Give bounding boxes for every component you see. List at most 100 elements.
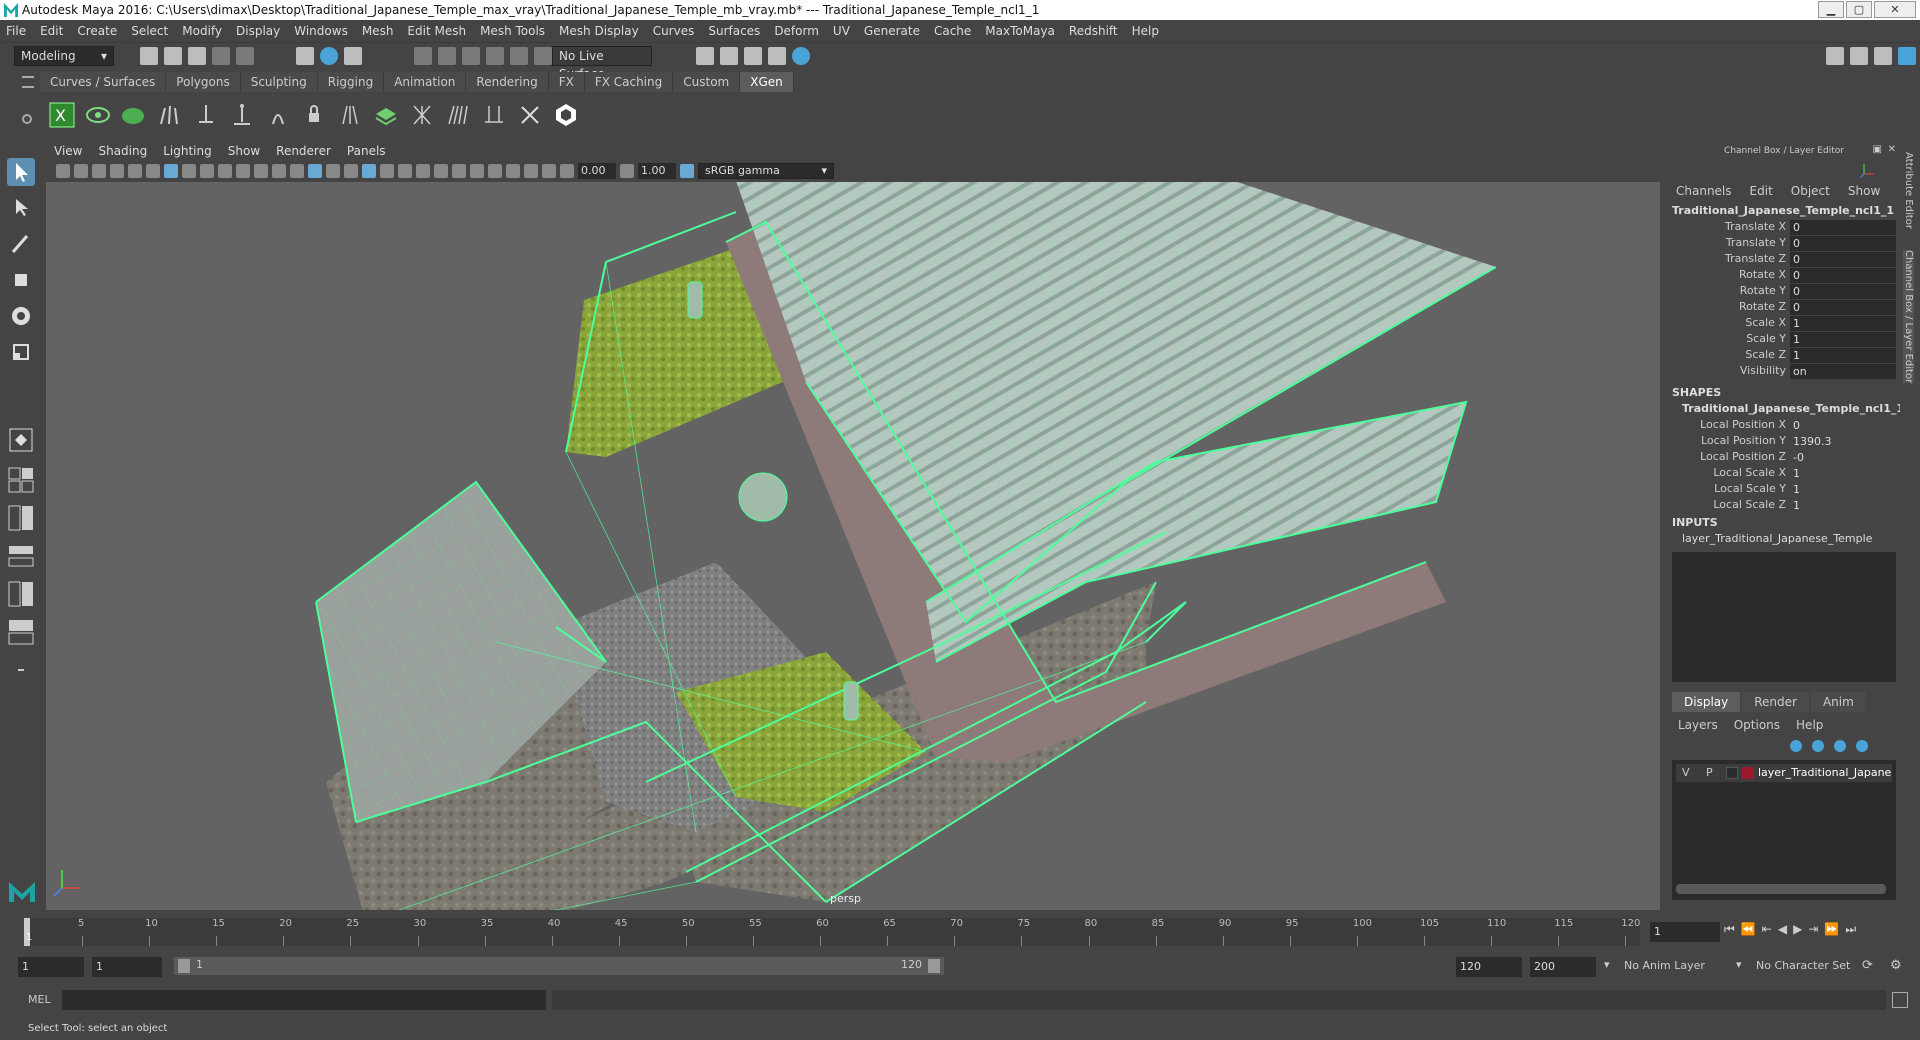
auto-key-icon[interactable]: ⟳ [1862, 958, 1873, 973]
attr-local-scale-z[interactable]: Local Scale Z 1 [1668, 498, 1900, 514]
attr-scale-y[interactable]: Scale Y 1 [1668, 332, 1900, 348]
xgen-brush-icon[interactable] [444, 100, 472, 130]
layout-graph-icon[interactable] [7, 580, 35, 608]
menu-modify[interactable]: Modify [182, 24, 222, 38]
snap-view-icon[interactable] [486, 47, 504, 65]
command-input[interactable] [62, 990, 546, 1010]
shape-name[interactable]: Traditional_Japanese_Temple_ncl1_1Sh... [1682, 402, 1920, 415]
tab-anim[interactable]: Anim [1810, 692, 1866, 712]
layer-color-swatch[interactable] [1742, 767, 1754, 779]
cb-menu-show[interactable]: Show [1848, 184, 1880, 198]
bookmark-icon[interactable] [92, 164, 106, 178]
cb-close-icon[interactable]: ✕ [1888, 144, 1896, 155]
tool-settings-icon[interactable] [1874, 47, 1892, 65]
attr-value[interactable]: 0 [1790, 284, 1896, 299]
le-menu-options[interactable]: Options [1734, 718, 1780, 732]
cb-menu-object[interactable]: Object [1791, 184, 1830, 198]
shadows-icon[interactable] [398, 164, 412, 178]
wireframe-icon[interactable] [290, 164, 304, 178]
depth-of-field-icon[interactable] [470, 164, 484, 178]
attr-local-scale-y[interactable]: Local Scale Y 1 [1668, 482, 1900, 498]
scene-end-field[interactable]: 200 [1530, 957, 1596, 977]
vp-menu-panels[interactable]: Panels [347, 144, 386, 158]
script-language-label[interactable]: MEL [28, 993, 51, 1006]
lasso-tool-icon[interactable] [7, 194, 35, 222]
xgen-hex-icon[interactable] [552, 100, 580, 130]
xgen-rebuild-guide-icon[interactable] [336, 100, 364, 130]
snap-curve-icon[interactable] [438, 47, 456, 65]
animation-prefs-icon[interactable]: ⚙ [1890, 958, 1902, 973]
film-gate-icon[interactable] [182, 164, 196, 178]
safe-title-icon[interactable] [272, 164, 286, 178]
default-material-icon[interactable] [326, 164, 340, 178]
camera-select-icon[interactable] [56, 164, 70, 178]
tab-render[interactable]: Render [1742, 692, 1809, 712]
xgen-lock-guide-icon[interactable] [300, 100, 328, 130]
image-plane-icon[interactable] [110, 164, 124, 178]
snap-grid-icon[interactable] [414, 47, 432, 65]
layer-row[interactable]: V P layer_Traditional_Japane [1676, 764, 1892, 782]
move-tool-icon[interactable] [7, 266, 35, 294]
layer-name[interactable]: layer_Traditional_Japane [1758, 764, 1891, 782]
play-backward-icon[interactable]: ◀ [1778, 922, 1787, 937]
rotate-tool-icon[interactable] [7, 302, 35, 330]
redo-icon[interactable] [236, 47, 254, 65]
tab-rigging[interactable]: Rigging [317, 72, 385, 92]
play-forward-icon[interactable]: ▶ [1793, 922, 1802, 937]
menu-deform[interactable]: Deform [774, 24, 819, 38]
exposure-field[interactable]: 0.00 [578, 163, 616, 179]
use-lights-icon[interactable] [380, 164, 394, 178]
render-view-icon[interactable] [768, 47, 786, 65]
xgen-delete-icon[interactable] [516, 100, 544, 130]
move-layer-up-icon[interactable] [1790, 740, 1802, 752]
anim-layer-dropdown[interactable]: No Anim Layer [1624, 959, 1705, 972]
tab-custom[interactable]: Custom [673, 72, 741, 92]
attr-rotate-z[interactable]: Rotate Z 0 [1668, 300, 1900, 316]
move-layer-down-icon[interactable] [1812, 740, 1824, 752]
xgen-place-guide-icon[interactable] [192, 100, 220, 130]
attr-value[interactable]: 1 [1790, 482, 1896, 497]
mode-dropdown[interactable]: Modeling ▾ [14, 46, 114, 66]
attr-local-position-y[interactable]: Local Position Y 1390.3 [1668, 434, 1900, 450]
menu-surfaces[interactable]: Surfaces [708, 24, 760, 38]
open-scene-icon[interactable] [164, 47, 182, 65]
menu-mesh-tools[interactable]: Mesh Tools [480, 24, 545, 38]
close-button[interactable]: ✕ [1874, 1, 1916, 18]
xgen-groom-icon[interactable] [156, 100, 184, 130]
motion-blur-icon[interactable] [434, 164, 448, 178]
2d-pan-zoom-icon[interactable] [128, 164, 142, 178]
attr-translate-y[interactable]: Translate Y 0 [1668, 236, 1900, 252]
save-scene-icon[interactable] [188, 47, 206, 65]
go-to-end-icon[interactable]: ⏭ [1845, 922, 1856, 937]
xgen-interactive-groom-icon[interactable] [408, 100, 436, 130]
ipr-render-icon[interactable] [744, 47, 762, 65]
range-start-handle[interactable] [178, 959, 190, 973]
vp-menu-view[interactable]: View [54, 144, 82, 158]
new-scene-icon[interactable] [140, 47, 158, 65]
tab-display[interactable]: Display [1672, 692, 1741, 712]
tab-fx[interactable]: FX [548, 72, 585, 92]
exposure-icon[interactable] [560, 164, 574, 178]
grease-pencil-icon[interactable] [146, 164, 160, 178]
smooth-shade-icon[interactable] [308, 164, 322, 178]
step-back-frame-icon[interactable]: ⏪ [1741, 922, 1756, 937]
attribute-editor-side-tab[interactable]: Attribute Editor [1903, 152, 1914, 229]
anim-layer-chevron-down-icon[interactable]: ▾ [1604, 958, 1610, 971]
cb-object-name[interactable]: Traditional_Japanese_Temple_ncl1_1 [1672, 204, 1894, 217]
attr-value[interactable]: 1 [1790, 498, 1896, 513]
scene-start-field[interactable]: 1 [18, 957, 84, 977]
show-manipulator-icon[interactable] [7, 426, 35, 454]
range-end-handle[interactable] [928, 959, 940, 973]
live-surface-field[interactable]: No Live Surface [552, 46, 652, 81]
le-menu-layers[interactable]: Layers [1678, 718, 1718, 732]
xray-icon[interactable] [506, 164, 520, 178]
attr-value[interactable]: 1 [1790, 466, 1896, 481]
grid-toggle-icon[interactable] [164, 164, 178, 178]
menu-help[interactable]: Help [1132, 24, 1159, 38]
menu-edit[interactable]: Edit [40, 24, 63, 38]
step-forward-key-icon[interactable]: ⇥ [1808, 922, 1818, 937]
xgen-layer-icon[interactable] [372, 100, 400, 130]
new-layer-from-selected-icon[interactable] [1856, 740, 1868, 752]
attr-rotate-x[interactable]: Rotate X 0 [1668, 268, 1900, 284]
range-slider[interactable]: 1 120 [174, 957, 944, 975]
